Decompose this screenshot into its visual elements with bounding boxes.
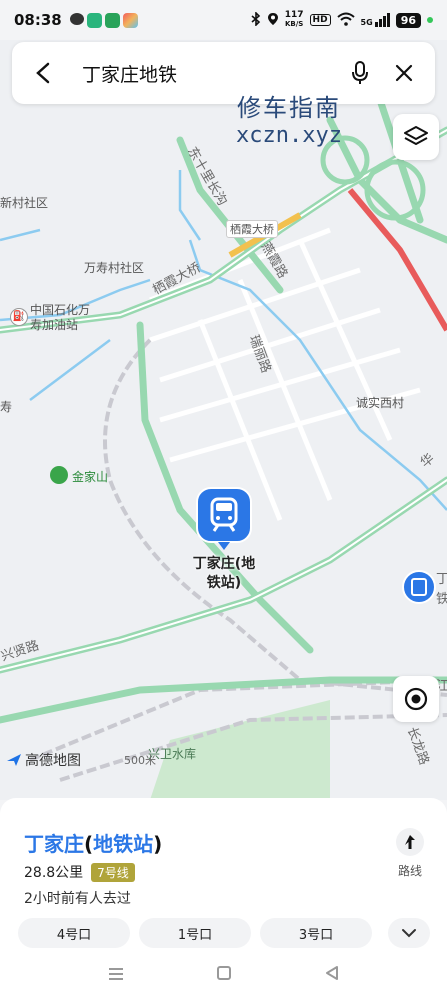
map-base-layer [0, 96, 447, 800]
route-button[interactable]: 路线 [392, 828, 428, 879]
wechat-icon [69, 12, 84, 25]
search-bar[interactable]: 丁家庄地铁 [12, 42, 435, 104]
watermark-line1: 修车指南 [236, 94, 341, 122]
status-bar: 08:38 117 KB/S HD 5G 96 [0, 0, 447, 40]
map-label-ding-right: 丁 [436, 572, 447, 587]
watermark-line2: xczn.xyz [236, 123, 342, 148]
wifi-icon [336, 12, 355, 29]
station-title-type: 地铁站 [93, 832, 154, 856]
search-query[interactable]: 丁家庄地铁 [82, 60, 343, 87]
map-label-tie-right: 铁 [436, 592, 447, 607]
station-title-name: 丁家庄 [24, 832, 84, 856]
system-nav-bar [0, 950, 447, 1000]
home-nav-icon[interactable] [216, 965, 232, 985]
expand-exits-button[interactable] [388, 918, 430, 948]
station-title-close-paren: ) [153, 832, 163, 856]
route-arrow-icon [396, 828, 424, 856]
exit-chip-4[interactable]: 4号口 [18, 918, 130, 948]
subway-train-icon [411, 578, 427, 596]
map-label-wanshou: 万寿村社区 [84, 261, 145, 275]
net-speed-value: 117 [284, 10, 304, 20]
map-label-jinjiashan: 金家山 [72, 470, 109, 484]
map-label-shou: 寿 [0, 400, 13, 414]
menu-nav-icon[interactable] [108, 966, 124, 985]
station-title-open-paren: ( [84, 832, 94, 856]
network-speed: 117 KB/S [285, 11, 304, 29]
map-label-sinopec-2: 寿加油站 [30, 318, 79, 332]
exit-chip-3[interactable]: 3号口 [260, 918, 372, 948]
bluetooth-icon [251, 10, 261, 29]
layers-icon [404, 126, 428, 145]
bridge-tag-qixia: 栖霞大桥 [226, 220, 278, 238]
metro-station-marker-secondary[interactable] [402, 570, 436, 604]
amap-logo-icon [7, 754, 21, 766]
selected-station-pin[interactable] [196, 487, 252, 555]
chevron-down-icon [402, 929, 416, 938]
station-meta: 28.8公里 7号线 [24, 862, 135, 882]
exit-chip-1[interactable]: 1号口 [139, 918, 251, 948]
map-view[interactable]: 新村社区 万寿村社区 中国石化万 寿加油站 ⛽ 寿 金家山 诚实西村 栖霞大桥 … [0, 40, 447, 800]
app-icon-3 [122, 12, 138, 28]
layers-button[interactable] [393, 114, 439, 160]
charging-dot [427, 17, 433, 23]
map-label-chengshi: 诚实西村 [356, 396, 405, 410]
clock: 08:38 [14, 11, 62, 29]
battery-indicator: 96 [395, 12, 421, 28]
location-icon [267, 12, 279, 29]
visited-hint: 2小时前有人去过 [24, 891, 131, 907]
watermark: 修车指南 xczn.xyz [236, 88, 342, 148]
app-icon-2 [104, 12, 120, 28]
hd-badge: HD [309, 14, 331, 26]
cellular-signal-icon: 5G [361, 13, 390, 27]
route-label: 路线 [397, 864, 422, 878]
map-scale: 500米 [124, 754, 156, 767]
locate-icon [404, 687, 428, 711]
close-icon[interactable] [387, 56, 421, 90]
mountain-icon [50, 466, 68, 484]
distance-text: 28.8公里 [24, 865, 84, 881]
amap-logo-text: 高德地图 [25, 753, 81, 769]
exit-list: 4号口 1号口 3号口 [18, 918, 372, 948]
locate-me-button[interactable] [393, 676, 439, 722]
signal-type: 5G [360, 18, 373, 27]
gas-station-icon: ⛽ [10, 308, 28, 326]
microphone-icon[interactable] [343, 56, 377, 90]
selected-station-label: 丁家庄(地铁站) [192, 556, 256, 591]
amap-logo: 高德地图 [6, 750, 81, 770]
back-arrow-icon[interactable] [26, 56, 60, 90]
app-icon-1 [86, 12, 102, 28]
map-label-xincun: 新村社区 [0, 196, 49, 210]
back-nav-icon[interactable] [324, 965, 340, 985]
net-speed-unit: KB/S [284, 20, 304, 28]
notification-icons [69, 12, 138, 28]
station-title[interactable]: 丁家庄(地铁站) [24, 828, 162, 857]
metro-line-badge: 7号线 [91, 862, 135, 882]
